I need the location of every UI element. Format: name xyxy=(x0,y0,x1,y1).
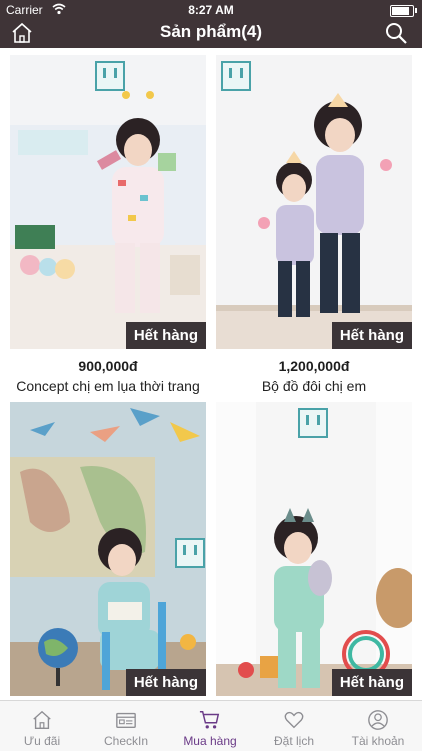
brand-logo xyxy=(221,61,251,91)
search-icon[interactable] xyxy=(384,21,408,45)
out-of-stock-badge: Hết hàng xyxy=(331,669,412,696)
product-price: 900,000đ xyxy=(78,358,138,374)
cart-icon xyxy=(199,711,220,729)
tab-tai-khoan[interactable]: Tài khoản xyxy=(336,701,420,751)
brand-logo xyxy=(95,61,125,91)
tab-label: Mua hàng xyxy=(183,734,237,748)
brand-logo xyxy=(298,408,328,438)
tab-dat-lich[interactable]: Đặt lịch xyxy=(252,701,336,751)
status-bar: Carrier 8:27 AM xyxy=(0,0,422,20)
brand-logo xyxy=(175,538,205,568)
product-grid: Hết hàng 900,000đ Concept chị em lụa thờ… xyxy=(0,48,422,700)
product-photo[interactable]: Hết hàng xyxy=(10,402,206,696)
clock: 8:27 AM xyxy=(188,3,234,17)
product-photo[interactable]: Hết hàng xyxy=(216,402,412,696)
tab-uu-dai[interactable]: Ưu đãi xyxy=(0,701,84,751)
product-image xyxy=(216,402,412,696)
product-price: 1,200,000đ xyxy=(278,358,350,374)
tab-label: Ưu đãi xyxy=(23,734,61,748)
product-name[interactable]: Bộ đồ đôi chị em xyxy=(216,378,412,394)
home-icon xyxy=(33,710,51,729)
product-photo[interactable]: Hết hàng xyxy=(10,55,206,349)
out-of-stock-badge: Hết hàng xyxy=(331,322,412,349)
account-icon xyxy=(368,710,388,730)
tab-checkin[interactable]: CheckIn xyxy=(84,701,168,751)
tab-label: Tài khoản xyxy=(351,734,405,748)
product-name[interactable]: Concept chị em lụa thời trang xyxy=(10,378,206,394)
tab-label: Đặt lịch xyxy=(273,734,314,748)
tab-mua-hang[interactable]: Mua hàng xyxy=(168,701,252,751)
heart-icon xyxy=(284,711,304,729)
product-photo[interactable]: Hết hàng xyxy=(216,55,412,349)
product-image xyxy=(10,55,206,349)
tab-bar: Ưu đãi CheckIn Mua hàng Đặt lịch Tài kho… xyxy=(0,700,422,751)
battery-icon xyxy=(390,5,417,17)
out-of-stock-badge: Hết hàng xyxy=(125,669,206,696)
checkin-icon xyxy=(116,712,136,729)
out-of-stock-badge: Hết hàng xyxy=(125,322,206,349)
product-image xyxy=(216,55,412,349)
tab-label: CheckIn xyxy=(103,734,149,748)
nav-bar: Sản phẩm(4) xyxy=(0,20,422,48)
page-title: Sản phẩm(4) xyxy=(159,22,263,41)
